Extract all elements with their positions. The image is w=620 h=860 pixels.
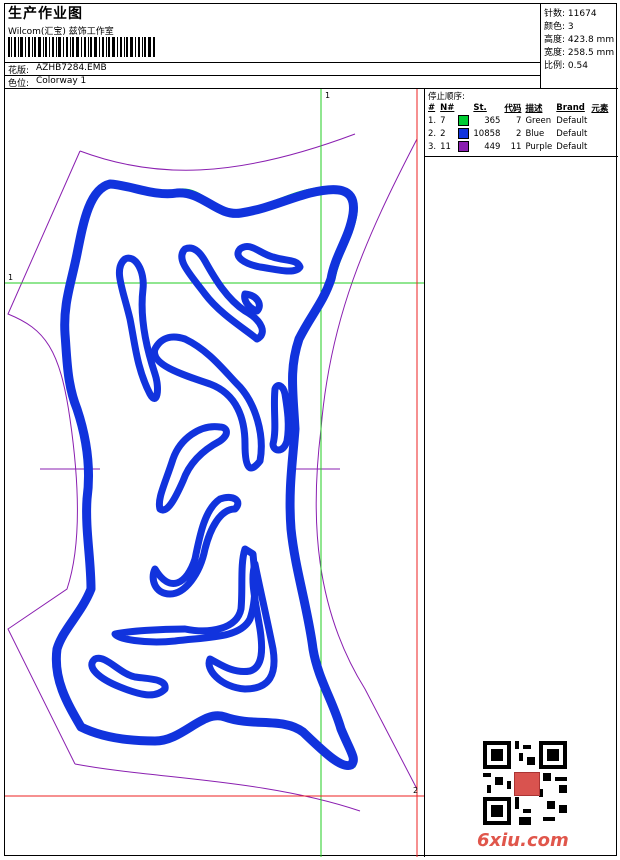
stats-panel: 针数: 11674 颜色: 3 高度: 423.8 mm 宽度: 258.5 m…: [541, 4, 618, 89]
stat-colors: 颜色: 3: [544, 22, 574, 32]
stop-sequence-panel: 停止顺序: # N# St. 代码 描述 Brand 元素 1. 7 365 7…: [425, 89, 618, 157]
color-swatch: [458, 141, 470, 152]
table-header-row: # N# St. 代码 描述 Brand 元素: [426, 101, 610, 114]
col-brand: Brand: [556, 102, 585, 113]
design-canvas: 1 1 2: [5, 89, 425, 857]
col-stitches: St.: [473, 102, 487, 113]
header-panel: 生产作业图 Wilcom(汇宝) 兹饰工作室 花版: AZHB7284.EMB …: [5, 4, 541, 89]
colorway-label: 色位:: [8, 79, 30, 89]
stat-scale: 比例: 0.54: [544, 61, 588, 71]
col-index: #: [428, 102, 436, 113]
col-swatch: [456, 101, 471, 114]
blue-embroidery: [51, 179, 358, 770]
production-sheet: 生产作业图 Wilcom(汇宝) 兹饰工作室 花版: AZHB7284.EMB …: [4, 3, 618, 857]
color-swatch: [458, 115, 470, 126]
table-row: 1. 7 365 7 Green Default: [428, 115, 588, 126]
embroidery-preview: [5, 89, 424, 857]
stat-height: 高度: 423.8 mm: [544, 35, 615, 45]
col-code: 代码: [504, 103, 522, 114]
design-value: AZHB7284.EMB: [36, 63, 107, 73]
marker-bottom-right: 2: [413, 786, 419, 795]
site-watermark: 6xiu.com: [477, 830, 569, 851]
stat-width: 宽度: 258.5 mm: [544, 48, 615, 58]
marker-left: 1: [8, 273, 14, 282]
col-element: 元素: [591, 103, 609, 114]
barcode-icon: [8, 37, 155, 57]
seal-stamp-icon: [514, 772, 540, 796]
color-swatch: [458, 128, 470, 139]
stat-stitches: 针数: 11674: [544, 9, 597, 19]
table-row: 2. 2 10858 2 Blue Default: [428, 128, 588, 139]
sheet-title: 生产作业图: [8, 6, 83, 22]
marker-top: 1: [325, 91, 331, 100]
col-needle: N#: [440, 102, 455, 113]
table-row: 3. 11 449 11 Purple Default: [428, 141, 588, 152]
col-description: 描述: [525, 103, 543, 114]
colorway-value: Colorway 1: [36, 76, 87, 86]
sheet-subtitle: Wilcom(汇宝) 兹饰工作室: [8, 27, 114, 37]
stop-sequence-table: # N# St. 代码 描述 Brand 元素 1. 7 365 7 Green…: [426, 101, 610, 153]
